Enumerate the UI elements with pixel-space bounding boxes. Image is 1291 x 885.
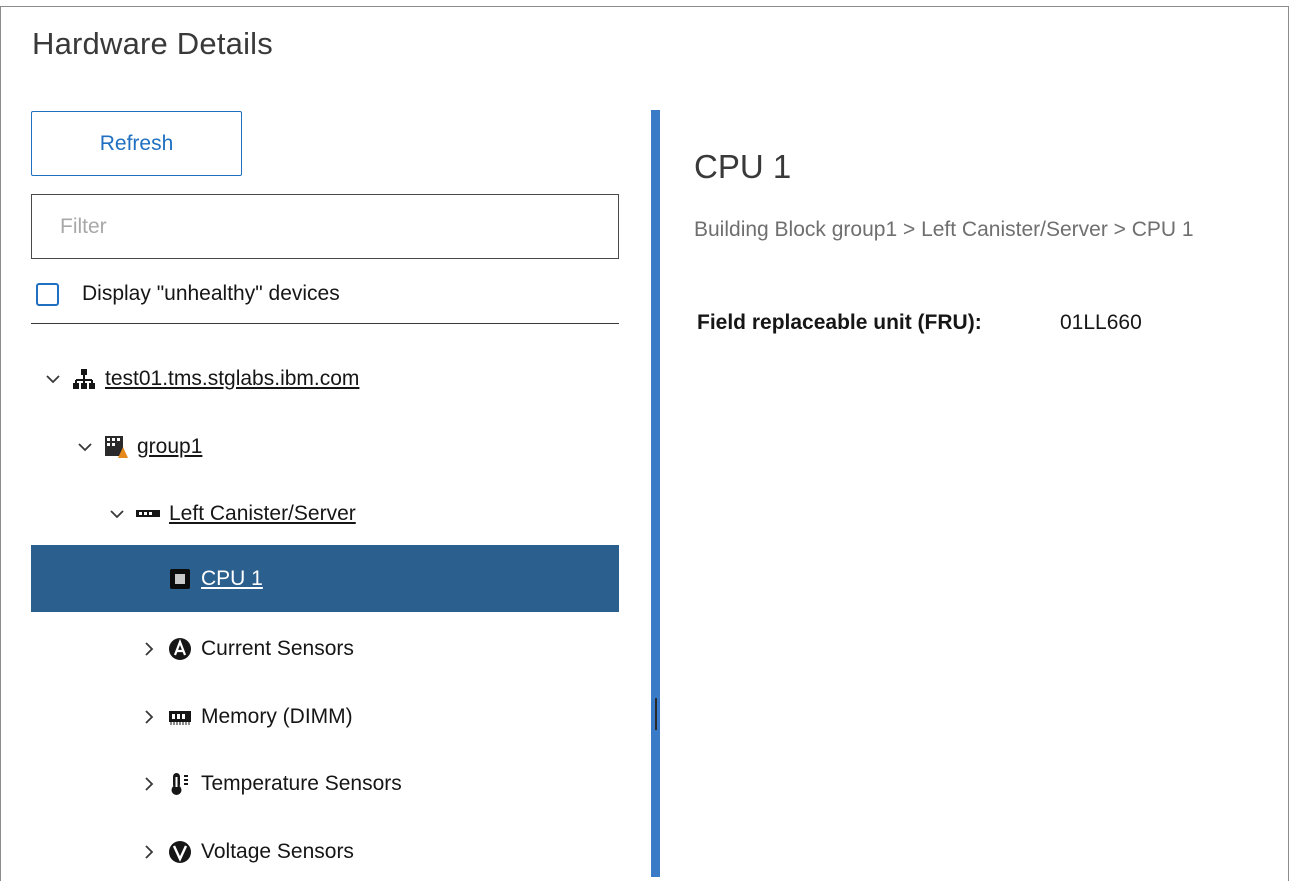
tree-item-cluster[interactable]: test01.tms.stglabs.ibm.com (31, 345, 619, 412)
unhealthy-devices-checkbox[interactable] (36, 282, 59, 306)
page-title: Hardware Details (32, 26, 273, 61)
chevron-right-icon[interactable] (141, 776, 157, 792)
tree-item-current-sensors[interactable]: Current Sensors (31, 615, 619, 682)
tree-item-left-canister[interactable]: Left Canister/Server (31, 480, 619, 547)
refresh-button[interactable]: Refresh (31, 111, 242, 176)
thermometer-icon (167, 771, 193, 797)
ampere-sensor-icon (167, 636, 193, 662)
detail-title: CPU 1 (694, 148, 792, 185)
tree-item-memory[interactable]: Memory (DIMM) (31, 683, 619, 750)
chevron-right-icon[interactable] (141, 641, 157, 657)
splitter-grip-handle[interactable] (655, 698, 657, 730)
chip-icon (167, 566, 193, 592)
tree-item-label[interactable]: Current Sensors (201, 637, 354, 661)
chevron-down-icon[interactable] (109, 506, 125, 522)
tree-item-temperature[interactable]: Temperature Sensors (31, 750, 619, 817)
network-cluster-icon (71, 366, 97, 392)
unhealthy-devices-label: Display "unhealthy" devices (82, 282, 340, 305)
fru-label: Field replaceable unit (FRU): (697, 311, 982, 334)
tree-item-label[interactable]: Left Canister/Server (169, 502, 356, 526)
tree-item-voltage[interactable]: Voltage Sensors (31, 818, 619, 885)
filter-input[interactable] (32, 195, 618, 258)
breadcrumb: Building Block group1 > Left Canister/Se… (694, 218, 1194, 241)
tree-item-group[interactable]: group1 (31, 413, 619, 480)
unhealthy-devices-toggle[interactable]: Display "unhealthy" devices (36, 282, 340, 306)
building-block-icon (103, 434, 129, 460)
panel-splitter[interactable] (651, 110, 660, 877)
tree-item-label[interactable]: test01.tms.stglabs.ibm.com (105, 367, 359, 391)
chevron-right-icon[interactable] (141, 709, 157, 725)
voltage-sensor-icon (167, 839, 193, 865)
tree-item-label[interactable]: group1 (137, 435, 202, 459)
tree-item-cpu-1[interactable]: CPU 1 (31, 545, 619, 612)
filter-field[interactable] (31, 194, 619, 259)
chevron-right-icon[interactable] (141, 844, 157, 860)
tree-item-label[interactable]: CPU 1 (201, 567, 263, 591)
tree-item-label[interactable]: Memory (DIMM) (201, 705, 353, 729)
fru-value: 01LL660 (1060, 311, 1142, 334)
chevron-down-icon[interactable] (45, 371, 61, 387)
filter-divider (31, 323, 619, 324)
server-icon (135, 501, 161, 527)
tree-item-label[interactable]: Temperature Sensors (201, 772, 402, 796)
tree-item-label[interactable]: Voltage Sensors (201, 840, 354, 864)
chevron-down-icon[interactable] (77, 439, 93, 455)
memory-dimm-icon (167, 704, 193, 730)
